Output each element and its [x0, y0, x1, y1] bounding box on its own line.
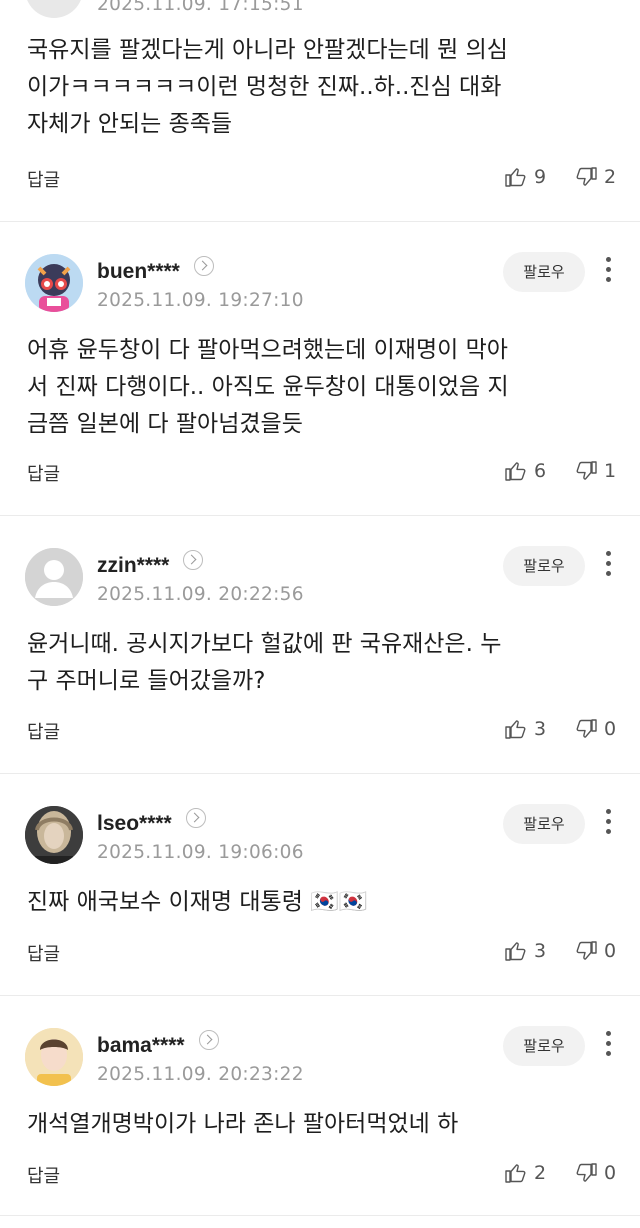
default-avatar-icon: [25, 548, 83, 606]
comment-item: zzin**** 2025.11.09. 20:22:56 팔로우 윤거니때. …: [0, 516, 640, 774]
comment-item: bama**** 2025.11.09. 20:23:22 팔로우 개석열개명박…: [0, 996, 640, 1216]
comment-date: 2025.11.09. 20:22:56: [97, 584, 304, 605]
chevron-right-icon[interactable]: [185, 808, 206, 828]
comment-header: buen****: [97, 256, 214, 284]
chevron-right-icon[interactable]: [198, 1030, 219, 1050]
chevron-right-icon[interactable]: [193, 256, 214, 276]
cartoon-avatar-icon: [25, 254, 83, 312]
dislike-count: 0: [604, 1162, 617, 1184]
thumbs-down-icon: [576, 461, 597, 480]
comment-header: zzin****: [97, 550, 204, 578]
avatar[interactable]: [25, 806, 83, 864]
thumbs-up-icon: [505, 720, 526, 739]
avatar[interactable]: [25, 254, 83, 312]
comment-header: bama****: [97, 1030, 219, 1058]
avatar[interactable]: [25, 1028, 83, 1086]
comment-item: 2025.11.09. 17:15:51 국유지를 팔겠다는게 아니라 안팔겠다…: [0, 0, 640, 222]
like-count: 9: [534, 166, 547, 188]
comment-header: lseo****: [97, 808, 206, 836]
dislike-count: 2: [604, 166, 617, 188]
thumbs-up-icon: [505, 168, 526, 187]
like-count: 6: [534, 460, 547, 482]
follow-button[interactable]: 팔로우: [503, 546, 585, 586]
like-count: 3: [534, 940, 547, 962]
comment-line: 구 주머니로 들어갔을까?: [27, 668, 266, 694]
nickname[interactable]: lseo****: [97, 812, 172, 835]
chevron-right-icon[interactable]: [183, 550, 204, 570]
reply-button[interactable]: 답글: [27, 940, 60, 966]
comment-line: 개석열개명박이가 나라 존나 팔아터먹었네 하: [27, 1111, 459, 1137]
thumbs-down-icon: [576, 941, 597, 960]
comment-line: 국유지를 팔겠다는게 아니라 안팔겠다는데 뭔 의심: [27, 37, 508, 63]
avatar[interactable]: [25, 548, 83, 606]
comment-text: 진짜 애국보수 이재명 대통령 🇰🇷🇰🇷: [27, 884, 602, 921]
dislike-count: 1: [604, 460, 617, 482]
comment-line: 서 진짜 다행이다.. 아직도 윤두창이 대통이었음 지: [27, 374, 509, 400]
comment-date: 2025.11.09. 20:23:22: [97, 1064, 304, 1085]
follow-button[interactable]: 팔로우: [503, 804, 585, 844]
more-options-icon[interactable]: [597, 257, 619, 287]
thumbs-up-icon: [505, 942, 526, 961]
nickname[interactable]: buen****: [97, 260, 180, 283]
dislike-count: 0: [604, 718, 617, 740]
comment-line: 윤거니때. 공시지가보다 헐값에 판 국유재산은. 누: [27, 631, 502, 657]
like-count: 3: [534, 718, 547, 740]
thumbs-down-icon: [576, 1163, 597, 1182]
more-options-icon[interactable]: [597, 551, 619, 581]
comment-list: 2025.11.09. 17:15:51 국유지를 팔겠다는게 아니라 안팔겠다…: [0, 0, 640, 1216]
thumbs-down-icon: [576, 167, 597, 186]
comment-item: lseo**** 2025.11.09. 19:06:06 팔로우 진짜 애국보…: [0, 774, 640, 996]
reply-button[interactable]: 답글: [27, 166, 60, 192]
more-options-icon[interactable]: [597, 1031, 619, 1061]
comment-text: 어휴 윤두창이 다 팔아먹으려했는데 이재명이 막아 서 진짜 다행이다.. 아…: [27, 332, 602, 443]
comment-date: 2025.11.09. 19:27:10: [97, 290, 304, 311]
follow-button[interactable]: 팔로우: [503, 252, 585, 292]
comment-item: buen**** 2025.11.09. 19:27:10 팔로우 어휴 윤두창…: [0, 222, 640, 516]
more-options-icon[interactable]: [597, 809, 619, 839]
like-count: 2: [534, 1162, 547, 1184]
thumbs-down-icon: [576, 719, 597, 738]
comment-text: 개석열개명박이가 나라 존나 팔아터먹었네 하: [27, 1106, 602, 1143]
comment-line: 어휴 윤두창이 다 팔아먹으려했는데 이재명이 막아: [27, 337, 508, 363]
comment-line: 이가ㅋㅋㅋㅋㅋㅋ이런 멍청한 진짜..하..진심 대화: [27, 74, 502, 100]
photo-avatar-icon: [25, 1028, 83, 1086]
avatar[interactable]: [25, 0, 83, 18]
dislike-count: 0: [604, 940, 617, 962]
comment-date: 2025.11.09. 17:15:51: [97, 0, 304, 15]
comment-line: 진짜 애국보수 이재명 대통령 🇰🇷🇰🇷: [27, 889, 368, 915]
reply-button[interactable]: 답글: [27, 718, 60, 744]
comment-line: 자체가 안되는 종족들: [27, 111, 233, 137]
thumbs-up-icon: [505, 462, 526, 481]
follow-button[interactable]: 팔로우: [503, 1026, 585, 1066]
photo-avatar-icon: [25, 806, 83, 864]
comment-line: 금쯤 일본에 다 팔아넘겼을듯: [27, 411, 303, 437]
comment-text: 윤거니때. 공시지가보다 헐값에 판 국유재산은. 누 구 주머니로 들어갔을까…: [27, 626, 602, 700]
reply-button[interactable]: 답글: [27, 1162, 60, 1188]
comment-date: 2025.11.09. 19:06:06: [97, 842, 304, 863]
comment-text: 국유지를 팔겠다는게 아니라 안팔겠다는데 뭔 의심 이가ㅋㅋㅋㅋㅋㅋ이런 멍청…: [27, 32, 602, 143]
reply-button[interactable]: 답글: [27, 460, 60, 486]
nickname[interactable]: zzin****: [97, 554, 169, 577]
thumbs-up-icon: [505, 1164, 526, 1183]
nickname[interactable]: bama****: [97, 1034, 185, 1057]
